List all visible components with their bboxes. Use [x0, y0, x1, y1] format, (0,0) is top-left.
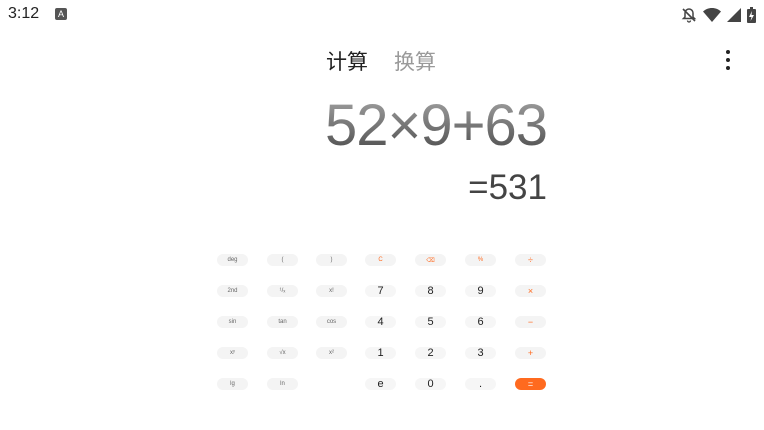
- key-e[interactable]: e: [365, 378, 396, 390]
- key-4[interactable]: 4: [365, 316, 396, 328]
- key-percent[interactable]: %: [465, 254, 496, 266]
- result-display: =531: [468, 168, 547, 207]
- key-plus[interactable]: +: [515, 347, 546, 359]
- system-icons: [681, 5, 756, 25]
- key-multiply[interactable]: ×: [515, 285, 546, 297]
- status-bar: 3:12 A: [0, 0, 764, 30]
- key-6[interactable]: 6: [465, 316, 496, 328]
- key-ln[interactable]: ln: [267, 378, 298, 390]
- key-2nd[interactable]: 2nd: [217, 285, 248, 297]
- key-3[interactable]: 3: [465, 347, 496, 359]
- tab-convert[interactable]: 换算: [394, 46, 436, 76]
- signal-icon: [727, 8, 741, 22]
- key-7[interactable]: 7: [365, 285, 396, 297]
- key-reciprocal[interactable]: ¹/ₓ: [267, 285, 298, 297]
- key-0[interactable]: 0: [415, 378, 446, 390]
- wifi-icon: [703, 8, 721, 22]
- key-9[interactable]: 9: [465, 285, 496, 297]
- key-deg[interactable]: deg: [217, 254, 248, 266]
- key-2[interactable]: 2: [415, 347, 446, 359]
- key-open-paren[interactable]: (: [267, 254, 298, 266]
- key-8[interactable]: 8: [415, 285, 446, 297]
- key-power[interactable]: xʸ: [217, 347, 248, 359]
- key-sin[interactable]: sin: [217, 316, 248, 328]
- key-equals[interactable]: =: [515, 378, 546, 390]
- key-minus[interactable]: −: [515, 316, 546, 328]
- status-time: 3:12: [8, 5, 40, 22]
- key-factorial[interactable]: x!: [316, 285, 347, 297]
- key-sqrt[interactable]: √x: [267, 347, 298, 359]
- notifications-off-icon: [681, 8, 697, 23]
- key-lg[interactable]: lg: [217, 378, 248, 390]
- key-decimal[interactable]: .: [465, 378, 496, 390]
- more-options-icon[interactable]: [724, 50, 732, 70]
- battery-charging-icon: [747, 7, 756, 23]
- key-empty: [316, 378, 347, 390]
- key-square[interactable]: x²: [316, 347, 347, 359]
- key-clear[interactable]: C: [365, 254, 396, 266]
- key-divide[interactable]: ÷: [515, 254, 546, 266]
- key-1[interactable]: 1: [365, 347, 396, 359]
- key-tan[interactable]: tan: [267, 316, 298, 328]
- notification-badge-icon: A: [55, 8, 67, 20]
- mode-tabs: 计算 换算: [326, 46, 436, 76]
- key-backspace-icon[interactable]: ⌫: [415, 254, 446, 266]
- key-5[interactable]: 5: [415, 316, 446, 328]
- expression-display: 52×9+63: [324, 93, 548, 158]
- tab-calculate[interactable]: 计算: [326, 46, 368, 76]
- key-close-paren[interactable]: ): [316, 254, 347, 266]
- key-cos[interactable]: cos: [316, 316, 347, 328]
